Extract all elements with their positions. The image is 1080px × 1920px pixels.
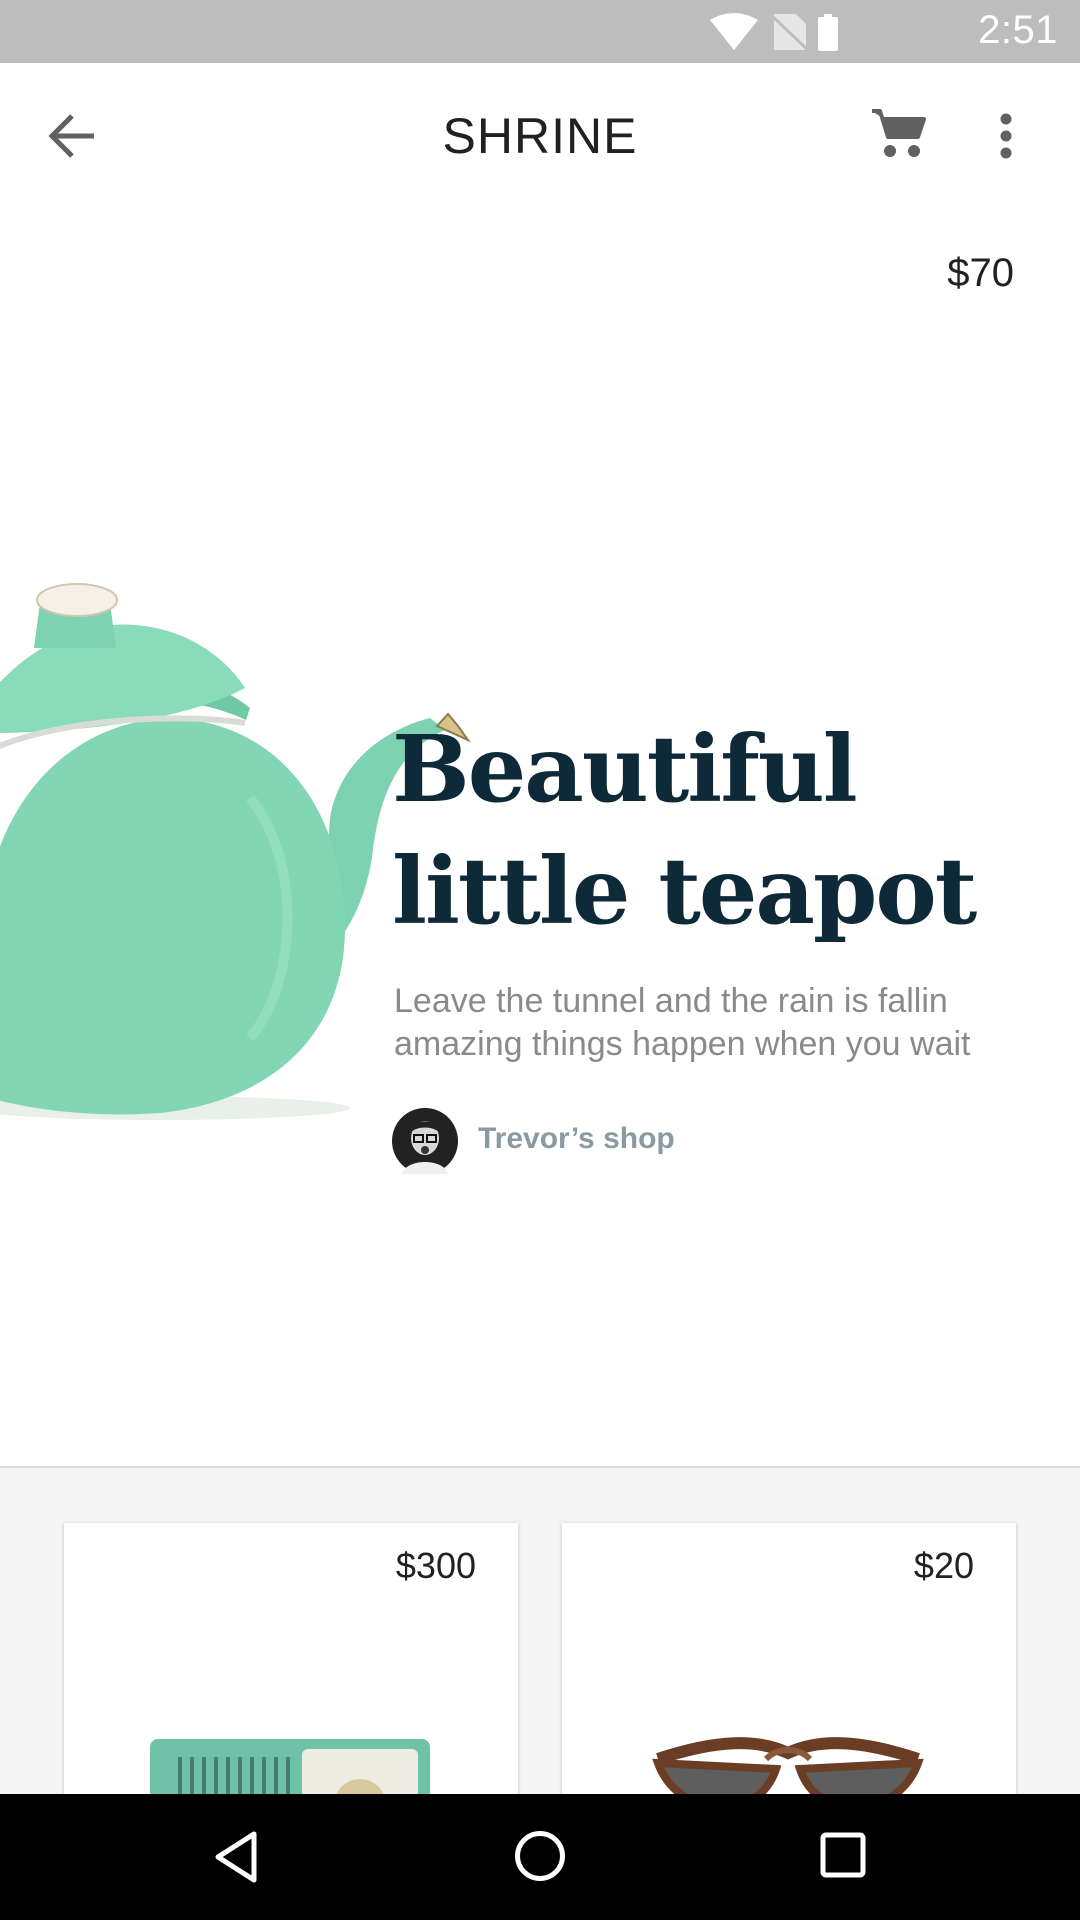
- home-circle-icon[interactable]: [514, 1830, 566, 1882]
- status-time: 2:51: [978, 8, 1058, 52]
- status-icons: [710, 12, 838, 52]
- more-vert-icon[interactable]: [998, 113, 1014, 159]
- system-nav-bar: [0, 1794, 1080, 1920]
- featured-title: Beautiful little teapot: [392, 715, 977, 945]
- recents-square-icon[interactable]: [820, 1832, 866, 1878]
- vendor-avatar[interactable]: [392, 1108, 458, 1174]
- product-card[interactable]: $300: [64, 1523, 518, 1794]
- wifi-icon: [710, 13, 758, 50]
- radio-image: [150, 1739, 430, 1794]
- featured-description: Leave the tunnel and the rain is fallin …: [394, 982, 971, 1063]
- no-sim-icon: [768, 12, 812, 52]
- sunglasses-image: [652, 1737, 924, 1794]
- status-bar: 2:51: [0, 0, 1080, 63]
- back-triangle-icon[interactable]: [212, 1830, 260, 1884]
- app-bar: SHRINE: [0, 63, 1080, 211]
- product-price: $300: [395, 1545, 476, 1586]
- product-price: $20: [913, 1545, 974, 1586]
- product-grid: $300 $20: [0, 1468, 1080, 1794]
- featured-price: $70: [947, 251, 1014, 295]
- battery-icon: [818, 14, 838, 51]
- cart-icon[interactable]: [870, 107, 926, 161]
- product-card[interactable]: $20: [562, 1523, 1016, 1794]
- vendor-name[interactable]: Trevor’s shop: [478, 1122, 675, 1156]
- featured-product[interactable]: $70 Beautiful little teapot Leave the tu…: [0, 208, 1080, 1466]
